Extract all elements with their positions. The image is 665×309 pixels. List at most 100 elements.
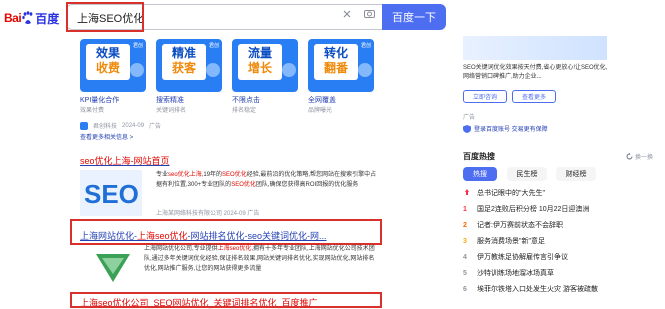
snippet-run: 经验,最前沿的优化策略,帮您网站在搜 — [246, 172, 347, 178]
refresh-button[interactable]: 换一换 — [626, 152, 653, 161]
ad-card-panel: 效果 收费 — [86, 44, 130, 80]
tab-hot[interactable]: 热搜 — [463, 167, 497, 181]
ad-sub: 效果付费 — [80, 108, 105, 114]
snippet-run: 团队,确保您获得高ROI回 — [255, 182, 323, 188]
hot-item-text: 国足2连败后积分榜 10月22日迎澳洲 — [477, 206, 590, 213]
hot-item-text: 埃菲尔铁塔入口处发生火灾 游客被疏散 — [477, 286, 598, 293]
ad-label[interactable]: KPI量化合作 — [80, 95, 119, 105]
seo-thumbnail[interactable]: SEO — [80, 170, 142, 216]
result-title-hl: seo优化上海-网站首页 — [80, 156, 170, 166]
snippet-run: 专业 — [156, 172, 169, 178]
hot-rank: 2 — [463, 221, 467, 229]
highlight-search-box — [66, 2, 144, 32]
ad-card-panel: 转化 翻番 — [314, 44, 358, 80]
snippet-run: 上海网站优化公司,专业提供 — [144, 246, 218, 252]
hot-rank: 3 — [463, 237, 467, 245]
hot-item[interactable]: 4 伊万教练足协解雇传言引争议 — [463, 251, 568, 263]
hot-search-title: 百度热搜 — [463, 152, 495, 161]
ad-card-line1: 转化 — [323, 46, 348, 60]
tab-finance[interactable]: 财经榜 — [556, 167, 596, 181]
hot-item[interactable]: 3 服务消费场景"新"意足 — [463, 235, 545, 247]
search-button[interactable]: 百度一下 — [382, 4, 446, 30]
ad-label[interactable]: 搜索精准 — [156, 95, 184, 105]
hot-item-text: 沙特训练场地溜冰场真草 — [477, 270, 554, 277]
pin-icon — [465, 189, 469, 195]
result-title[interactable]: seo优化上海-网站首页 — [80, 154, 170, 167]
right-ad-tag: 广告 — [463, 115, 476, 121]
result-snippet: 专业seo优化上海,19年的SEO优化经验,最前沿的优化策略,帮您网站在搜索引擎… — [156, 170, 380, 190]
company-icon — [80, 121, 88, 130]
ad-sub: 品牌曝光 — [308, 108, 333, 114]
ad-card-line1: 精准 — [171, 46, 196, 60]
snippet-run: seo优化上海 — [168, 172, 202, 178]
clear-icon[interactable] — [343, 10, 351, 18]
ad-card-brand: 君创 — [360, 43, 371, 49]
hot-item-text: 服务消费场景"新"意足 — [477, 238, 545, 245]
ad-card-seal — [358, 63, 372, 77]
consult-button[interactable]: 立即咨询 — [463, 90, 507, 103]
ad-card-2[interactable]: 精准 获客 君创 — [156, 39, 222, 92]
ad-label[interactable]: 不限点击 — [232, 95, 260, 105]
snippet-run: SEO优化 — [222, 172, 247, 178]
ad-sub: 关键词排名 — [156, 108, 187, 114]
ad-card-line1: 效果 — [95, 46, 120, 60]
highlight-result — [70, 219, 382, 245]
more-info-link[interactable]: 查看更多相关信息 > — [80, 132, 133, 141]
result-thumbnail[interactable] — [92, 250, 134, 286]
ad-banner[interactable] — [463, 36, 607, 60]
snippet-run: 报的优化服务 — [322, 182, 359, 188]
hot-item[interactable]: 总书记眼中的"大先生" — [463, 187, 545, 199]
ad-card-line2: 翻番 — [323, 61, 348, 75]
hot-item-text: 记者:伊万赛前状态不会辞职 — [477, 222, 563, 229]
ad-meta: 君创科技 2024-09 广告 — [80, 121, 161, 130]
ad-card-seal — [206, 63, 220, 77]
ad-company: 君创科技 — [93, 124, 118, 130]
snippet-run: ,19年的 — [201, 172, 223, 178]
ad-card-1[interactable]: 效果 收费 君创 — [80, 39, 146, 92]
ad-description: SEO关键词优化效果按天付费,省心更放心!让SEO优化,网络营销口碑推广,助力企… — [463, 65, 608, 80]
ad-label[interactable]: 全网覆盖 — [308, 95, 336, 105]
ad-card-3[interactable]: 流量 增长 — [232, 39, 298, 92]
svg-text:SEO: SEO — [84, 179, 139, 209]
login-text: 登录百度账号 交易更有保障 — [474, 127, 548, 133]
view-more-button[interactable]: 查看更多 — [512, 90, 556, 103]
hot-item[interactable]: 5 沙特训练场地溜冰场真草 — [463, 267, 554, 279]
shield-icon — [463, 124, 471, 133]
refresh-label: 换一换 — [635, 155, 654, 161]
snippet-run: 上海seo优化 — [217, 246, 252, 252]
hot-rank: 1 — [463, 205, 467, 213]
ad-card-line2: 增长 — [247, 61, 272, 75]
camera-icon[interactable] — [364, 9, 375, 18]
ad-tag: 广告 — [149, 124, 162, 130]
highlight-result — [70, 292, 382, 308]
hot-item-text: 总书记眼中的"大先生" — [477, 190, 545, 197]
ad-card-panel: 流量 增长 — [238, 44, 282, 80]
logo-text-latin: Bai — [4, 11, 22, 25]
result-meta: 上海某网络科技有限公司 2024-09 广告 — [156, 211, 260, 217]
ad-card-panel: 精准 获客 — [162, 44, 206, 80]
snippet-run: SEO优化 — [231, 182, 256, 188]
hot-item[interactable]: 2 记者:伊万赛前状态不会辞职 — [463, 219, 563, 231]
ad-date: 2024-09 — [122, 122, 145, 129]
hot-item[interactable]: 1 国足2连败后积分榜 10月22日迎澳洲 — [463, 203, 589, 215]
refresh-icon — [626, 153, 633, 160]
result-snippet: 上海网站优化公司,专业提供上海seo优化,拥有十多年专业团队,上海网站优化公司技… — [144, 244, 380, 274]
ad-card-brand: 君创 — [208, 43, 219, 49]
ad-card-line2: 收费 — [95, 61, 120, 75]
tab-livelihood[interactable]: 民生榜 — [507, 167, 547, 181]
hot-item[interactable]: 6 埃菲尔铁塔入口处发生火灾 游客被疏散 — [463, 283, 598, 295]
ad-card-line2: 获客 — [171, 61, 196, 75]
login-prompt[interactable]: 登录百度账号 交易更有保障 — [463, 124, 548, 133]
ad-card-line1: 流量 — [247, 46, 272, 60]
hot-rank: 5 — [463, 269, 467, 277]
hot-rank: 6 — [463, 285, 467, 293]
ad-card-brand: 君创 — [132, 43, 143, 49]
ad-card-seal — [282, 63, 296, 77]
ad-card-seal — [130, 63, 144, 77]
logo-text-cn: 百度 — [35, 11, 60, 26]
baidu-logo[interactable]: Bai 百度 — [4, 8, 59, 28]
ad-card-4[interactable]: 转化 翻番 君创 — [308, 39, 374, 92]
ad-sub: 排名稳定 — [232, 108, 257, 114]
hot-rank: 4 — [463, 253, 467, 261]
paw-icon — [22, 11, 33, 24]
